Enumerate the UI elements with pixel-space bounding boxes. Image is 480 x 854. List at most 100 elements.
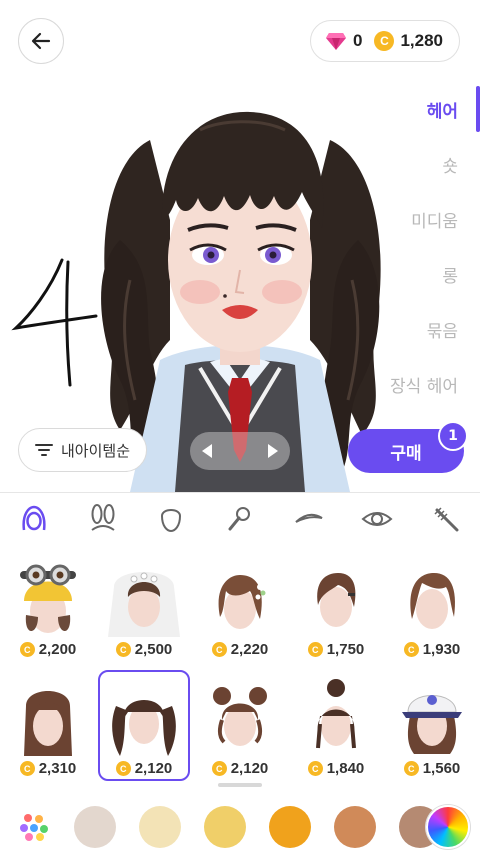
buy-label: 구매 [390, 443, 422, 464]
hair-item-minion-beanie[interactable]: C 2,200 [0, 549, 96, 664]
category-tied[interactable]: 묶음 [370, 302, 480, 357]
hair-item-top-bun[interactable]: C 1,840 [288, 668, 384, 783]
tab-headwear[interactable] [69, 493, 138, 545]
item-price: C 1,840 [307, 760, 365, 777]
hair-thumbnail [24, 691, 72, 756]
color-swatch[interactable] [74, 806, 116, 848]
mic-icon [228, 507, 251, 531]
hair-thumbnail [218, 575, 266, 629]
price-value: 1,560 [422, 760, 461, 777]
eyebrow-icon [294, 513, 323, 523]
price-value: 2,200 [38, 641, 77, 658]
pose-switcher [190, 432, 290, 470]
price-value: 2,120 [230, 760, 269, 777]
coin-icon: C [19, 761, 35, 776]
item-price: C 2,220 [211, 641, 269, 658]
hair-thumbnail [213, 687, 267, 746]
sort-button[interactable]: 내아이템순 [18, 428, 148, 472]
category-hair-accessory[interactable]: 장식 헤어 [370, 357, 480, 412]
tab-eyes[interactable] [343, 493, 412, 545]
item-price: C 1,930 [403, 641, 461, 658]
coin-icon: C [115, 761, 131, 776]
category-long[interactable]: 롱 [370, 247, 480, 302]
hair-item-flower-bob[interactable]: C 2,220 [192, 549, 288, 664]
hair-thumbnail [108, 572, 180, 637]
hair-item-bridal-veil[interactable]: C 2,500 [96, 549, 192, 664]
color-swatch[interactable] [204, 806, 246, 848]
hair-thumbnail [316, 679, 356, 749]
hair-item-double-buns[interactable]: C 2,120 [192, 668, 288, 783]
tab-voice[interactable] [206, 493, 275, 545]
hair-thumbnail [410, 573, 456, 629]
buy-button[interactable]: 구매 1 [348, 421, 468, 473]
palette-dots-icon [20, 814, 48, 841]
tab-hair[interactable] [0, 493, 69, 545]
coin-icon: C [211, 642, 227, 657]
color-wheel-button[interactable] [426, 805, 470, 849]
coin-icon: C [403, 761, 419, 776]
coin-icon: C [307, 761, 323, 776]
item-price: C 2,500 [115, 641, 173, 658]
price-value: 1,750 [326, 641, 365, 658]
coin-icon: C [403, 642, 419, 657]
hair-item-twin-tails[interactable]: C 2,120 [96, 668, 192, 783]
sort-label: 내아이템순 [61, 441, 131, 460]
color-swatches [74, 806, 464, 848]
price-value: 1,840 [326, 760, 365, 777]
coin-icon: C [307, 642, 323, 657]
item-price: C 2,120 [115, 760, 173, 777]
price-value: 2,310 [38, 760, 77, 777]
hair-color-row [0, 799, 480, 854]
eye-icon [361, 512, 393, 526]
price-value: 2,500 [134, 641, 173, 658]
hair-thumbnail [112, 700, 176, 756]
arrow-left-icon [31, 32, 51, 50]
item-price: C 2,120 [211, 760, 269, 777]
category-short[interactable]: 숏 [370, 137, 480, 192]
item-price: C 1,560 [403, 760, 461, 777]
bunny-ears-icon [91, 504, 115, 531]
hair-item-side-bob[interactable]: C 1,930 [384, 549, 480, 664]
color-swatch[interactable] [269, 806, 311, 848]
tab-makeup[interactable] [411, 493, 480, 545]
active-category-indicator [476, 86, 480, 132]
face-shape-icon [161, 509, 182, 533]
item-price: C 1,750 [307, 641, 365, 658]
filter-lines-icon [35, 444, 53, 456]
hair-thumbnail [317, 573, 356, 627]
hair-category-list: 헤어 숏 미디움 롱 묶음 장식 헤어 [370, 82, 480, 412]
avatar-preview: 0 C 1,280 헤어 숏 미디움 롱 묶음 장식 헤어 내아이템순 구매 1 [0, 0, 480, 492]
currency-balance[interactable]: 0 C 1,280 [309, 20, 460, 62]
category-medium[interactable]: 미디움 [370, 192, 480, 247]
mascara-icon [434, 507, 459, 532]
hair-thumbnail [20, 564, 76, 633]
cart-count-badge: 1 [438, 421, 468, 451]
arrow-right-triangle-icon[interactable] [266, 443, 280, 459]
item-price: C 2,200 [19, 641, 77, 658]
arrow-left-triangle-icon[interactable] [200, 443, 214, 459]
hair-item-short-pin[interactable]: C 1,750 [288, 549, 384, 664]
coin-icon: C [19, 642, 35, 657]
color-swatch[interactable] [139, 806, 181, 848]
item-panel: C 2,200 C 2,500 C 2,220 C 1,750 C 1,930 C 2,310 C 2,1… [0, 492, 480, 854]
price-value: 2,120 [134, 760, 173, 777]
tab-face-shape[interactable] [137, 493, 206, 545]
gem-icon [325, 33, 346, 50]
handwritten-four-mark [11, 258, 98, 387]
hair-icon [22, 505, 46, 531]
palette-toggle[interactable] [12, 805, 56, 849]
price-value: 1,930 [422, 641, 461, 658]
scroll-handle[interactable] [218, 783, 262, 787]
customize-tool-tabs [0, 493, 480, 545]
back-button[interactable] [18, 18, 64, 64]
tab-eyebrows[interactable] [274, 493, 343, 545]
item-price: C 2,310 [19, 760, 77, 777]
category-hair[interactable]: 헤어 [370, 82, 480, 137]
hair-item-long-straight[interactable]: C 2,310 [0, 668, 96, 783]
coin-icon: C [374, 31, 395, 51]
coin-count: 1,280 [400, 31, 443, 50]
color-swatch[interactable] [334, 806, 376, 848]
hair-item-baseball-cap[interactable]: C 1,560 [384, 668, 480, 783]
price-value: 2,220 [230, 641, 269, 658]
hair-thumbnail [402, 695, 462, 754]
